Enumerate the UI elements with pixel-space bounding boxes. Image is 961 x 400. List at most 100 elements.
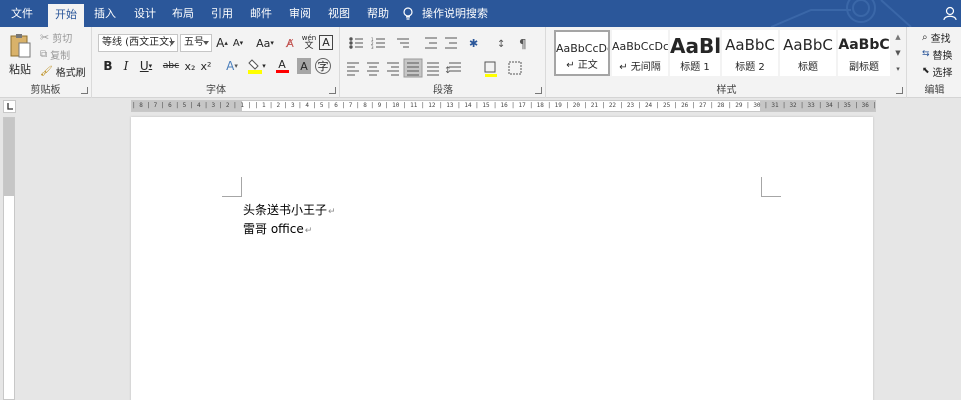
paste-label: 粘贴 — [9, 63, 31, 76]
style-normal[interactable]: AaBbCcDc ↵ 正文 — [554, 30, 610, 76]
italic-button[interactable]: I — [119, 58, 133, 74]
style-title[interactable]: AaBbC 标题 — [780, 30, 836, 76]
replace-button[interactable]: ⇆ 替换 — [922, 47, 953, 62]
grow-font-button[interactable]: A ▴ — [215, 35, 229, 51]
tab-stop-selector[interactable] — [3, 100, 16, 113]
style-subtitle[interactable]: AaBbC 副标题 — [838, 30, 890, 76]
tab-design[interactable]: 设计 — [128, 0, 162, 27]
font-color-button[interactable]: A — [271, 58, 293, 74]
text-effects-icon: A — [226, 59, 235, 73]
paragraph-group: 1 2 3 ✱ ↕ ¶ ↕ 段落 — [341, 27, 546, 98]
clipboard-group-label: 剪贴板 — [30, 85, 61, 96]
paragraph-mark-icon: ↵ — [304, 226, 313, 236]
font-color-icon: A — [278, 58, 286, 71]
font-size-select[interactable]: 五号 — [180, 34, 212, 52]
ribbon-tab-bar: 文件 开始 插入 设计 布局 引用 邮件 审阅 视图 帮助 操作说明搜索 — [0, 0, 961, 27]
ruler-top-margin — [4, 118, 14, 196]
font-launcher-icon[interactable] — [329, 87, 336, 94]
subscript-button[interactable]: x₂ — [183, 58, 197, 74]
style-no-spacing[interactable]: AaBbCcDc ↵ 无间隔 — [612, 30, 668, 76]
editing-group-label: 编辑 — [924, 85, 945, 96]
change-case-button[interactable]: Aa ▾ — [253, 35, 277, 51]
tab-file[interactable]: 文件 — [0, 0, 44, 27]
enclose-characters-button[interactable]: 字 — [315, 58, 331, 74]
paragraph-launcher-icon[interactable] — [535, 87, 542, 94]
tab-insert[interactable]: 插入 — [88, 0, 122, 27]
format-painter-button[interactable]: 🖌 格式刷 — [40, 64, 86, 79]
tab-help[interactable]: 帮助 — [361, 0, 395, 27]
strikethrough-button[interactable]: abc — [161, 58, 181, 74]
style-sample: AaBbCcDc — [612, 40, 668, 53]
svg-text:3: 3 — [371, 45, 374, 50]
styles-scroll-down-icon[interactable]: ▼ — [892, 46, 904, 60]
cut-label: 剪切 — [52, 33, 73, 45]
crop-mark-top-left — [222, 177, 242, 197]
character-shading-button[interactable]: A — [297, 58, 311, 74]
tab-layout[interactable]: 布局 — [166, 0, 200, 27]
style-heading-2[interactable]: AaBbC 标题 2 — [722, 30, 778, 76]
strikethrough-icon: abc — [162, 61, 180, 71]
font-name-select[interactable]: 等线 (西文正文) — [98, 34, 178, 52]
vertical-ruler[interactable] — [3, 117, 15, 400]
tab-mailings[interactable]: 邮件 — [244, 0, 278, 27]
tab-home[interactable]: 开始 — [48, 4, 84, 27]
font-name-value: 等线 (西文正文) — [102, 37, 173, 48]
lightbulb-icon — [403, 7, 413, 20]
clipboard-launcher-icon[interactable] — [81, 87, 88, 94]
horizontal-ruler[interactable]: | 8 | 7 | 6 | 5 | 4 | 3 | 2 | 1 | | 1 | … — [131, 100, 876, 112]
paste-button[interactable]: 粘贴 — [4, 29, 36, 81]
chevron-down-icon — [203, 41, 209, 45]
cut-button[interactable]: ✂ 剪切 — [40, 30, 73, 45]
shrink-font-button[interactable]: A ▾ — [231, 35, 245, 51]
select-label: 选择 — [932, 67, 953, 79]
paragraph-group-label: 段落 — [433, 85, 453, 96]
styles-more-icon[interactable]: ▾ — [892, 62, 904, 76]
text-effects-button[interactable]: A ▾ — [221, 58, 243, 74]
paragraph-tools-icon: 1 2 3 ✱ ↕ ¶ ↕ — [347, 37, 527, 78]
replace-label: 替换 — [932, 50, 953, 62]
styles-scroll-up-icon[interactable]: ▲ — [892, 30, 904, 44]
tab-references[interactable]: 引用 — [205, 0, 239, 27]
user-icon[interactable] — [943, 6, 957, 20]
style-heading-1[interactable]: AaBl 标题 1 — [670, 30, 720, 76]
copy-label: 复制 — [50, 50, 71, 62]
font-size-value: 五号 — [184, 37, 204, 48]
svg-text:↕: ↕ — [444, 66, 452, 76]
document-line[interactable]: 雷哥 office↵ — [243, 220, 312, 237]
phonetic-guide-button[interactable]: wén 文 — [301, 33, 317, 51]
style-sample: AaBl — [670, 34, 720, 58]
clipboard-group: 粘贴 ✂ 剪切 ⧉ 复制 🖌 格式刷 剪贴板 — [0, 27, 92, 98]
style-name: 标题 2 — [735, 62, 765, 73]
search-icon: ⌕ — [922, 31, 928, 43]
clear-formatting-icon: A̸ — [286, 36, 294, 50]
select-button[interactable]: ⬉ 选择 — [922, 64, 953, 79]
shrink-font-icon: A — [232, 37, 240, 49]
styles-launcher-icon[interactable] — [896, 87, 903, 94]
style-name: ↵ 无间隔 — [619, 62, 661, 73]
format-painter-label: 格式刷 — [55, 67, 86, 79]
style-name: 副标题 — [849, 62, 879, 73]
document-line-text: 头条送书小王子 — [243, 203, 328, 217]
paragraph-mark-icon: ↵ — [328, 207, 336, 217]
character-border-button[interactable]: A — [319, 35, 333, 50]
character-shading-icon: A — [300, 59, 308, 73]
document-page[interactable]: 头条送书小王子↵ 雷哥 office↵ — [131, 117, 873, 400]
highlight-button[interactable]: ▾ — [246, 58, 268, 74]
document-line[interactable]: 头条送书小王子↵ — [243, 201, 336, 218]
tab-review[interactable]: 审阅 — [283, 0, 317, 27]
underline-button[interactable]: U ▾ — [135, 58, 157, 74]
superscript-button[interactable]: x² — [199, 58, 213, 74]
copy-button[interactable]: ⧉ 复制 — [40, 47, 71, 62]
font-group-label: 字体 — [206, 85, 226, 96]
clear-formatting-button[interactable]: A̸ — [283, 35, 297, 51]
highlighter-icon — [248, 59, 263, 74]
bold-button[interactable]: B — [101, 58, 115, 74]
crop-mark-top-right — [761, 177, 781, 197]
find-button[interactable]: ⌕ 查找 — [922, 30, 951, 45]
ribbon-home: 粘贴 ✂ 剪切 ⧉ 复制 🖌 格式刷 剪贴板 等线 (西文正文) 五号 A ▴ … — [0, 27, 961, 98]
scissors-icon: ✂ — [40, 30, 50, 44]
tab-view[interactable]: 视图 — [322, 0, 356, 27]
subscript-icon: x₂ — [184, 59, 196, 73]
style-sample: AaBbCcDc — [556, 42, 608, 55]
styles-group: AaBbCcDc ↵ 正文 AaBbCcDc ↵ 无间隔 AaBl 标题 1 A… — [547, 27, 907, 98]
